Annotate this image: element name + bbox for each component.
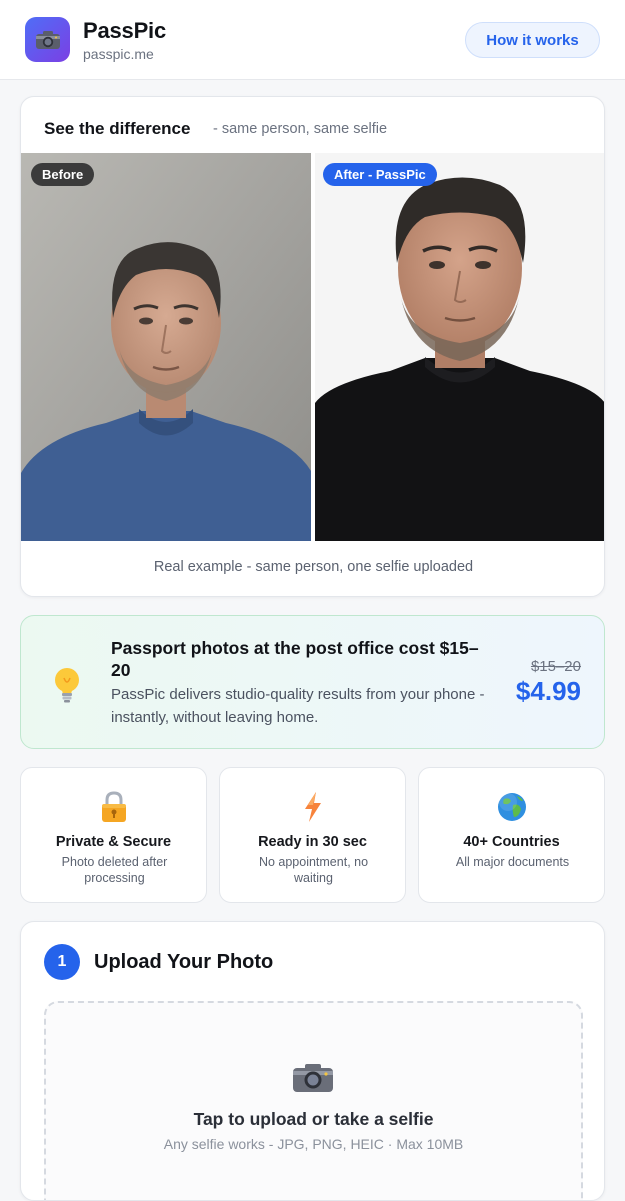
feature-description: All major documents <box>455 855 570 869</box>
lightning-icon <box>305 792 321 822</box>
new-price: $4.99 <box>515 676 581 706</box>
comparison-title: See the difference <box>44 119 191 138</box>
promo-title: Passport photos at the post office cost … <box>111 638 479 680</box>
upload-prompt: Tap to upload or take a selfie <box>193 1109 434 1129</box>
after-portrait-image <box>315 153 604 541</box>
feature-description: No appointment, no waiting <box>258 855 369 885</box>
camera-icon <box>35 30 60 49</box>
old-price: $15–20 <box>530 658 581 675</box>
before-photo: Before <box>21 153 311 541</box>
upload-card: 1 Upload Your Photo Tap to upload or tak… <box>20 921 605 1201</box>
before-label: Before <box>31 163 95 186</box>
before-portrait-image <box>21 153 311 541</box>
feature-title: Private & Secure <box>55 834 172 850</box>
brand-domain: passpic.me <box>83 46 154 62</box>
lightbulb-icon <box>55 668 79 703</box>
comparison-caption: Real example - same person, one selfie u… <box>153 559 474 575</box>
step-number-badge: 1 <box>44 944 80 980</box>
after-label: After - PassPic <box>323 163 437 186</box>
upload-requirements: Any selfie works - JPG, PNG, HEIC · Max … <box>163 1136 464 1152</box>
app-header: PassPic passpic.me How it works <box>0 0 625 80</box>
feature-card-speed: Ready in 30 sec No appointment, no waiti… <box>219 767 406 903</box>
camera-icon <box>293 1064 333 1092</box>
photo-upload-dropzone[interactable]: Tap to upload or take a selfie Any selfi… <box>44 1001 583 1200</box>
feature-card-private: Private & Secure Photo deleted after pro… <box>20 767 207 903</box>
promo-description: PassPic delivers studio-quality results … <box>111 686 485 726</box>
after-photo: After - PassPic <box>315 153 604 541</box>
feature-description: Photo deleted after processing <box>61 855 168 885</box>
feature-title: 40+ Countries <box>463 834 560 850</box>
price-comparison-banner: Passport photos at the post office cost … <box>20 615 605 749</box>
feature-title: Ready in 30 sec <box>258 834 367 850</box>
brand-name: PassPic <box>83 18 167 43</box>
comparison-card: See the difference - same person, same s… <box>20 96 605 597</box>
upload-title: Upload Your Photo <box>94 951 274 973</box>
lock-icon <box>102 791 126 822</box>
how-it-works-button[interactable]: How it works <box>465 22 600 58</box>
comparison-subtitle: - same person, same selfie <box>213 121 388 137</box>
feature-card-countries: 40+ Countries All major documents <box>418 767 605 903</box>
app-logo[interactable] <box>25 17 70 62</box>
globe-icon <box>498 793 526 821</box>
